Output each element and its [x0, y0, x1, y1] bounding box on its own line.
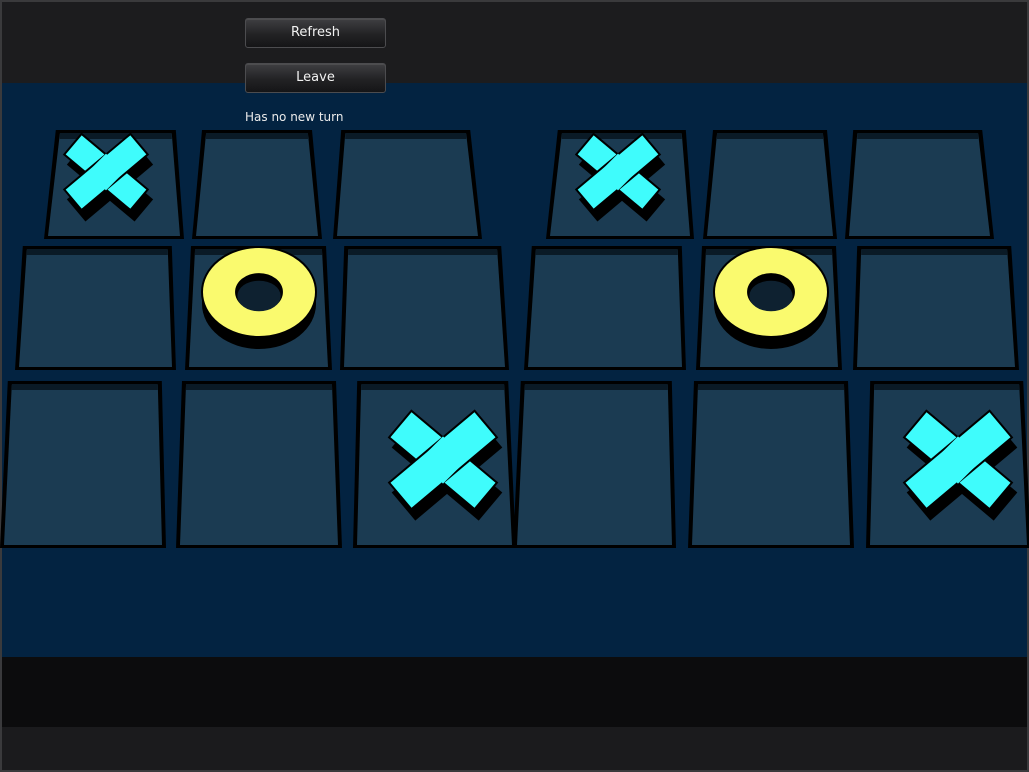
- board-cell[interactable]: [845, 130, 994, 239]
- board-cell[interactable]: [15, 246, 176, 370]
- refresh-button[interactable]: Refresh: [245, 18, 386, 48]
- board-cell[interactable]: [513, 381, 676, 548]
- board-cell[interactable]: [340, 246, 509, 370]
- board-cell[interactable]: [333, 130, 482, 239]
- game-boards: [0, 130, 1029, 548]
- leave-button[interactable]: Leave: [245, 63, 386, 93]
- o-piece-icon: [713, 246, 829, 349]
- left-board: [0, 130, 516, 548]
- board-cell[interactable]: [0, 381, 166, 548]
- board-cell[interactable]: [524, 246, 686, 370]
- turn-status-text: Has no new turn: [245, 110, 344, 124]
- board-cell[interactable]: [703, 130, 837, 239]
- o-piece-icon: [201, 246, 317, 349]
- right-board: [513, 130, 1029, 548]
- board-cell[interactable]: [176, 381, 342, 548]
- board-cell[interactable]: [853, 246, 1019, 370]
- board-cell[interactable]: [688, 381, 854, 548]
- board-cell[interactable]: [192, 130, 322, 239]
